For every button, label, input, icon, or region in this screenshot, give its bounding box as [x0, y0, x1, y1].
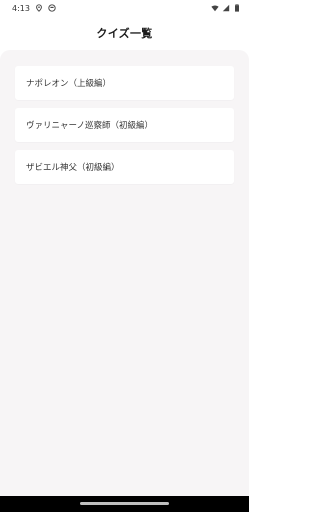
face-icon: [48, 4, 56, 12]
status-time: 4:13: [12, 3, 30, 13]
home-indicator[interactable]: [80, 502, 169, 505]
app-header: クイズ一覧: [0, 16, 249, 50]
quiz-item-label: ヴァリニャーノ巡察師（初級編）: [26, 121, 153, 131]
signal-icon: [222, 4, 230, 12]
status-left: 4:13: [12, 4, 56, 13]
system-nav-bar: [0, 496, 249, 512]
quiz-item-napoleon[interactable]: ナポレオン（上級編）: [15, 66, 234, 100]
quiz-item-label: ザビエル神父（初級編）: [26, 163, 120, 173]
status-bar: 4:13: [0, 0, 249, 16]
battery-icon: [233, 4, 241, 12]
quiz-item-xavier[interactable]: ザビエル神父（初級編）: [15, 150, 234, 184]
page-title: クイズ一覧: [96, 27, 153, 40]
quiz-item-label: ナポレオン（上級編）: [26, 79, 112, 89]
quiz-item-valignano[interactable]: ヴァリニャーノ巡察師（初級編）: [15, 108, 234, 142]
wifi-icon: [211, 4, 219, 12]
location-icon: [35, 4, 43, 12]
status-right: [211, 4, 241, 12]
quiz-list: ナポレオン（上級編） ヴァリニャーノ巡察師（初級編） ザビエル神父（初級編）: [0, 66, 249, 184]
quiz-list-container: ナポレオン（上級編） ヴァリニャーノ巡察師（初級編） ザビエル神父（初級編）: [0, 50, 249, 496]
